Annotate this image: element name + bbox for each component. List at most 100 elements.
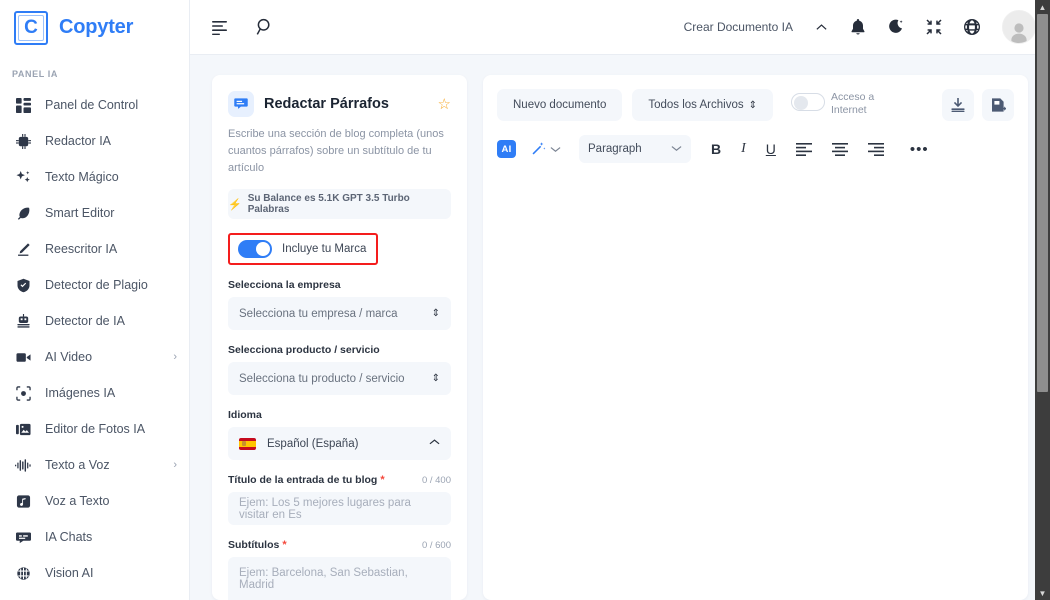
company-field-label: Selecciona la empresa bbox=[228, 279, 451, 291]
star-icon[interactable]: ☆ bbox=[438, 97, 451, 112]
scroll-down-arrow-icon[interactable]: ▼ bbox=[1035, 586, 1050, 600]
required-marker: * bbox=[380, 474, 385, 487]
chevron-up-icon bbox=[429, 438, 440, 449]
create-document-link[interactable]: Crear Documento IA bbox=[684, 20, 793, 34]
product-select[interactable]: Selecciona tu producto / servicio ⇕ bbox=[228, 362, 451, 396]
underline-button[interactable]: U bbox=[766, 142, 776, 156]
spain-flag-icon bbox=[239, 437, 256, 450]
sidebar-item-smart-editor[interactable]: Smart Editor bbox=[0, 195, 189, 231]
internet-access-toggle-row[interactable]: Acceso a Internet bbox=[790, 90, 891, 117]
include-brand-toggle-row[interactable]: Incluye tu Marca bbox=[238, 240, 366, 259]
magic-wand-group[interactable] bbox=[530, 141, 561, 157]
company-select[interactable]: Selecciona tu empresa / marca ⇕ bbox=[228, 297, 451, 331]
internet-label-line1: Acceso a bbox=[830, 90, 875, 103]
editor-panel: Nuevo documento Todos los Archivos ⇕ Acc… bbox=[483, 75, 1028, 600]
subtitles-textarea[interactable]: Ejem: Barcelona, San Sebastian, Madrid bbox=[228, 557, 451, 600]
collapse-icon[interactable] bbox=[926, 19, 942, 35]
italic-button[interactable]: I bbox=[741, 142, 746, 156]
bolt-icon: ⚡ bbox=[228, 198, 242, 211]
new-document-button[interactable]: Nuevo documento bbox=[497, 89, 623, 121]
brain-icon bbox=[12, 566, 34, 581]
language-select-value: Español (España) bbox=[267, 437, 359, 450]
product-select-value: Selecciona tu producto / servicio bbox=[239, 372, 405, 385]
music-note-icon bbox=[12, 494, 34, 509]
download-icon[interactable] bbox=[942, 89, 974, 121]
ai-assist-button[interactable]: AI bbox=[497, 140, 516, 158]
ai-chip-icon bbox=[12, 133, 34, 149]
brand-logo-area[interactable]: C Copyter bbox=[0, 0, 189, 55]
editor-actions bbox=[942, 89, 1014, 121]
sidebar-item-editor-de-fotos-ia[interactable]: Editor de Fotos IA bbox=[0, 411, 189, 447]
chevron-up-icon[interactable] bbox=[815, 21, 828, 34]
dashboard-icon bbox=[12, 97, 34, 113]
menu-lines-icon[interactable] bbox=[212, 19, 230, 35]
sidebar-item-detector-de-ia[interactable]: Detector de IA bbox=[0, 303, 189, 339]
robot-icon bbox=[12, 313, 34, 329]
user-avatar[interactable] bbox=[1002, 10, 1036, 44]
sidebar-item-label: Detector de IA bbox=[45, 314, 125, 328]
sidebar-item-label: Editor de Fotos IA bbox=[45, 422, 146, 436]
app-root: C Copyter PANEL IA Panel de Control Reda… bbox=[0, 0, 1050, 600]
editor-toolbar: AI Paragraph B I U ••• bbox=[483, 121, 1028, 163]
company-select-value: Selecciona tu empresa / marca bbox=[239, 307, 398, 320]
select-arrow-icon: ⇕ bbox=[431, 372, 440, 384]
feather-icon bbox=[12, 206, 34, 221]
sidebar-item-label: AI Video bbox=[45, 350, 93, 364]
language-field-label: Idioma bbox=[228, 409, 451, 421]
tool-form-panel: Redactar Párrafos ☆ Escribe una sección … bbox=[212, 75, 467, 600]
chevron-down-icon bbox=[671, 144, 682, 155]
tool-title: Redactar Párrafos bbox=[264, 96, 389, 112]
more-options-icon[interactable]: ••• bbox=[910, 142, 929, 157]
sidebar-item-reescritor-ia[interactable]: Reescritor IA bbox=[0, 231, 189, 267]
align-center-icon[interactable] bbox=[831, 142, 848, 156]
align-right-icon[interactable] bbox=[867, 142, 884, 156]
globe-icon[interactable] bbox=[964, 19, 980, 35]
align-left-icon[interactable] bbox=[795, 142, 812, 156]
top-bar-left bbox=[212, 18, 274, 36]
blog-title-label-text: Título de la entrada de tu blog bbox=[228, 474, 378, 487]
files-filter-dropdown[interactable]: Todos los Archivos ⇕ bbox=[632, 89, 773, 121]
sidebar-item-texto-magico[interactable]: Texto Mágico bbox=[0, 159, 189, 195]
sidebar-item-label: Imágenes IA bbox=[45, 386, 116, 400]
sidebar-item-label: Voz a Texto bbox=[45, 494, 110, 508]
include-brand-toggle[interactable] bbox=[238, 240, 272, 259]
moon-icon[interactable] bbox=[888, 19, 904, 35]
chevron-down-icon[interactable] bbox=[550, 145, 561, 153]
sidebar-item-ia-chats[interactable]: IA Chats bbox=[0, 519, 189, 555]
sidebar-item-texto-a-voz[interactable]: Texto a Voz › bbox=[0, 447, 189, 483]
blog-title-field-label: Título de la entrada de tu blog * 0 / 40… bbox=[228, 474, 451, 486]
sidebar-item-detector-de-plagio[interactable]: Detector de Plagio bbox=[0, 267, 189, 303]
main-area: Crear Documento IA Redactar Párrafos ☆ E… bbox=[190, 0, 1050, 600]
editor-top-controls: Nuevo documento Todos los Archivos ⇕ Acc… bbox=[483, 75, 1028, 121]
internet-label-line2: Internet bbox=[830, 104, 867, 116]
magic-wand-icon[interactable] bbox=[530, 141, 546, 157]
export-document-icon[interactable] bbox=[982, 89, 1014, 121]
blog-title-counter: 0 / 400 bbox=[421, 474, 451, 486]
sidebar-item-label: Reescritor IA bbox=[45, 242, 118, 256]
language-label-text: Idioma bbox=[228, 409, 262, 422]
sidebar-item-ai-video[interactable]: AI Video › bbox=[0, 339, 189, 375]
sidebar-item-redactor-ia[interactable]: Redactor IA bbox=[0, 123, 189, 159]
window-scrollbar[interactable]: ▲ ▼ bbox=[1035, 0, 1050, 600]
block-format-select[interactable]: Paragraph bbox=[579, 135, 691, 163]
bold-button[interactable]: B bbox=[711, 142, 721, 156]
scroll-up-arrow-icon[interactable]: ▲ bbox=[1035, 0, 1050, 14]
files-filter-label: Todos los Archivos bbox=[648, 99, 744, 111]
top-bar: Crear Documento IA bbox=[190, 0, 1050, 55]
sidebar-item-imagenes-ia[interactable]: Imágenes IA bbox=[0, 375, 189, 411]
sidebar-item-vision-ai[interactable]: Vision AI bbox=[0, 555, 189, 591]
bell-icon[interactable] bbox=[850, 18, 866, 36]
sidebar-item-panel-de-control[interactable]: Panel de Control bbox=[0, 87, 189, 123]
sidebar-item-voz-a-texto[interactable]: Voz a Texto bbox=[0, 483, 189, 519]
blog-title-input[interactable]: Ejem: Los 5 mejores lugares para visitar… bbox=[228, 492, 451, 526]
image-frame-icon bbox=[12, 385, 34, 401]
language-select[interactable]: Español (España) bbox=[228, 427, 451, 461]
internet-access-toggle[interactable] bbox=[790, 92, 825, 111]
sidebar: C Copyter PANEL IA Panel de Control Reda… bbox=[0, 0, 190, 600]
subtitles-counter: 0 / 600 bbox=[421, 539, 451, 551]
chat-message-icon bbox=[228, 91, 254, 117]
copyter-logo-icon: C bbox=[14, 10, 48, 45]
scrollbar-thumb[interactable] bbox=[1037, 14, 1048, 392]
brand-toggle-highlight: Incluye tu Marca bbox=[228, 233, 379, 266]
search-icon[interactable] bbox=[256, 18, 274, 36]
